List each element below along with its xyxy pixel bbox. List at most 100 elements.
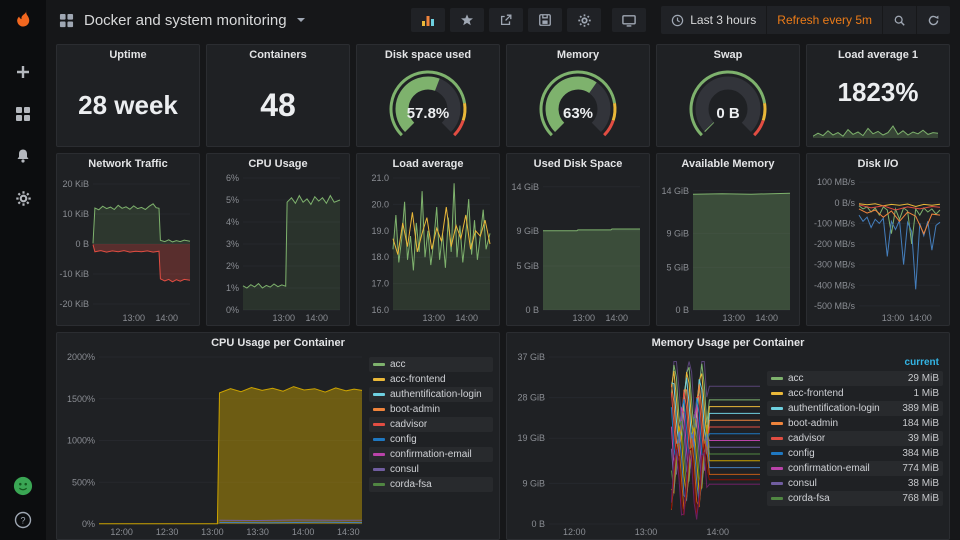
legend-item[interactable]: authentification-login <box>369 387 493 402</box>
sidebar-bottom: ? <box>13 476 33 530</box>
svg-text:13:00: 13:00 <box>272 313 295 323</box>
title-caret-down-icon[interactable] <box>297 18 305 22</box>
dashboards-icon[interactable] <box>13 104 33 124</box>
legend-value: 184 MiB <box>902 418 939 429</box>
legend-label: boot-admin <box>390 404 440 415</box>
legend-item[interactable]: corda-fsa <box>369 477 493 492</box>
legend-item[interactable]: acc <box>369 357 493 372</box>
legend-item[interactable]: cadvisor39 MiB <box>767 431 943 446</box>
series-color-swatch <box>373 468 385 471</box>
star-button[interactable] <box>450 8 484 32</box>
legend-item[interactable]: acc29 MiB <box>767 371 943 386</box>
panel-title[interactable]: CPU Usage per Container <box>57 333 499 353</box>
panel-available-memory: Available Memory 14 GiB9 GiB5 GiB0 B13:0… <box>656 153 800 326</box>
legend-value: 384 MiB <box>902 448 939 459</box>
dashboard-settings-gear-icon[interactable] <box>567 8 601 32</box>
legend-item[interactable]: acc-frontend1 MiB <box>767 386 943 401</box>
panel-title[interactable]: Disk I/O <box>807 154 949 174</box>
share-button[interactable] <box>489 8 523 32</box>
help-icon[interactable]: ? <box>13 510 33 530</box>
disk-io-chart[interactable]: 100 MB/s0 B/s-100 MB/s-200 MB/s-300 MB/s… <box>809 174 945 323</box>
series-color-swatch <box>373 378 385 381</box>
load-average-chart[interactable]: 21.020.019.018.017.016.013:0014:00 <box>359 174 495 323</box>
legend-item[interactable]: consul38 MiB <box>767 476 943 491</box>
save-button[interactable] <box>528 8 562 32</box>
legend-label: acc <box>390 359 406 370</box>
zoom-out-button[interactable] <box>883 6 917 34</box>
svg-text:20 KiB: 20 KiB <box>62 179 89 189</box>
legend-item[interactable]: consul <box>369 462 493 477</box>
svg-text:0 B: 0 B <box>716 105 740 122</box>
memory-per-container-chart[interactable]: 37 GiB28 GiB19 GiB9 GiB0 B12:0013:0014:0… <box>509 353 765 537</box>
tv-kiosk-mode-button[interactable] <box>612 8 646 32</box>
create-plus-icon[interactable] <box>13 62 33 82</box>
svg-text:14:00: 14:00 <box>605 313 628 323</box>
configuration-gear-icon[interactable] <box>13 188 33 208</box>
page-title[interactable]: Docker and system monitoring <box>84 12 287 29</box>
legend-label: acc-frontend <box>788 388 844 399</box>
legend-item[interactable]: corda-fsa768 MiB <box>767 491 943 506</box>
svg-text:14:00: 14:00 <box>755 313 778 323</box>
panel-title[interactable]: Disk space used <box>357 45 499 65</box>
svg-text:14:30: 14:30 <box>337 527 360 537</box>
navbar-actions: Last 3 hours Refresh every 5m <box>411 6 950 34</box>
grafana-logo[interactable] <box>13 8 33 28</box>
dashboard-picker-grid-icon[interactable] <box>56 10 76 30</box>
legend-item[interactable]: authentification-login389 MiB <box>767 401 943 416</box>
panel-load-average: Load average 21.020.019.018.017.016.013:… <box>356 153 500 326</box>
legend-item[interactable]: boot-admin184 MiB <box>767 416 943 431</box>
panel-load-average-1: Load average 1 1823% <box>806 44 950 147</box>
svg-text:0 B: 0 B <box>75 239 89 249</box>
user-avatar[interactable] <box>13 476 33 496</box>
refresh-dashboard-button[interactable] <box>917 6 950 34</box>
panel-title[interactable]: Load average <box>357 154 499 174</box>
legend-value: 39 MiB <box>908 433 939 444</box>
legend-item[interactable]: confirmation-email774 MiB <box>767 461 943 476</box>
container-row: CPU Usage per Container 2000%1500%1000%5… <box>56 332 950 540</box>
series-color-swatch <box>771 452 783 455</box>
panel-title[interactable]: Containers <box>207 45 349 65</box>
svg-text:14 GiB: 14 GiB <box>661 186 689 196</box>
cpu-usage-chart[interactable]: 6%5%4%3%2%1%0%13:0014:00 <box>209 174 345 323</box>
network-traffic-chart[interactable]: 20 KiB10 KiB0 B-10 KiB-20 KiB13:0014:00 <box>59 174 195 323</box>
legend-value: 389 MiB <box>902 403 939 414</box>
legend-item[interactable]: config <box>369 432 493 447</box>
cpu-legend: acc acc-frontendauthentification-login boo… <box>367 353 497 537</box>
panel-title[interactable]: Memory Usage per Container <box>507 333 949 353</box>
panel-title[interactable]: Memory <box>507 45 649 65</box>
cpu-per-container-chart[interactable]: 2000%1500%1000%500%0%12:0012:3013:0013:3… <box>59 353 367 537</box>
svg-text:-20 KiB: -20 KiB <box>59 299 89 309</box>
svg-text:5%: 5% <box>226 195 239 205</box>
panel-title[interactable]: Network Traffic <box>57 154 199 174</box>
svg-text:12:00: 12:00 <box>563 527 586 537</box>
series-color-swatch <box>373 363 385 366</box>
legend-item[interactable]: config384 MiB <box>767 446 943 461</box>
panel-title[interactable]: Swap <box>657 45 799 65</box>
svg-text:57.8%: 57.8% <box>407 105 450 122</box>
used-disk-space-chart[interactable]: 14 GiB9 GiB5 GiB0 B13:0014:00 <box>509 174 645 323</box>
panel-title[interactable]: Used Disk Space <box>507 154 649 174</box>
refresh-interval-label: Refresh every 5m <box>777 13 872 27</box>
svg-text:12:00: 12:00 <box>110 527 133 537</box>
panel-title[interactable]: Available Memory <box>657 154 799 174</box>
panel-network-traffic: Network Traffic 20 KiB10 KiB0 B-10 KiB-2… <box>56 153 200 326</box>
series-color-swatch <box>771 467 783 470</box>
panel-title[interactable]: Load average 1 <box>807 45 949 65</box>
legend-item[interactable]: acc-frontend <box>369 372 493 387</box>
add-panel-button[interactable] <box>411 8 445 32</box>
svg-text:19.0: 19.0 <box>371 226 389 236</box>
svg-text:17.0: 17.0 <box>371 279 389 289</box>
series-color-swatch <box>373 393 385 396</box>
legend-item[interactable]: confirmation-email <box>369 447 493 462</box>
refresh-interval-button[interactable]: Refresh every 5m <box>767 6 883 34</box>
svg-text:14 GiB: 14 GiB <box>511 182 539 192</box>
legend-item[interactable]: boot-admin <box>369 402 493 417</box>
svg-text:2000%: 2000% <box>67 353 95 362</box>
panel-title[interactable]: CPU Usage <box>207 154 349 174</box>
svg-text:13:00: 13:00 <box>422 313 445 323</box>
alerting-bell-icon[interactable] <box>13 146 33 166</box>
legend-item[interactable]: cadvisor <box>369 417 493 432</box>
time-range-button[interactable]: Last 3 hours <box>661 6 767 34</box>
available-memory-chart[interactable]: 14 GiB9 GiB5 GiB0 B13:0014:00 <box>659 174 795 323</box>
panel-title[interactable]: Uptime <box>57 45 199 65</box>
